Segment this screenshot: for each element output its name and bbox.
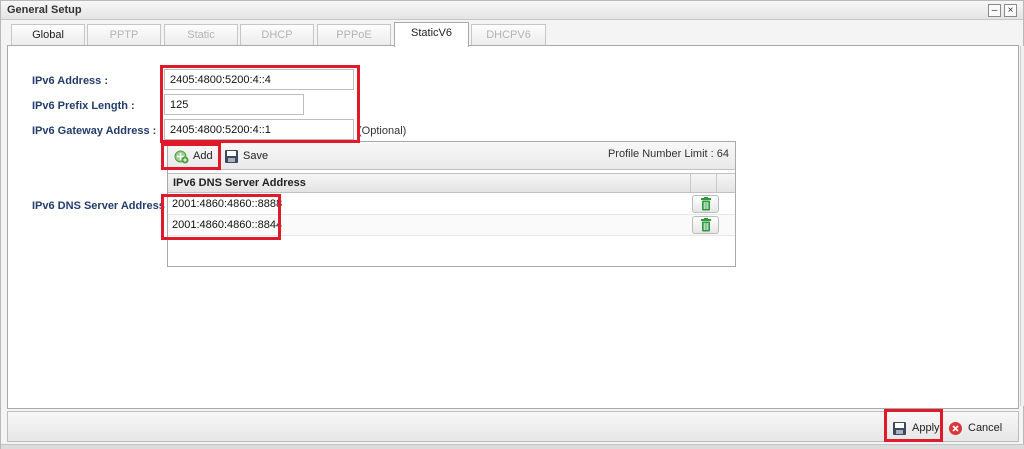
- floppy-disk-icon: [892, 421, 907, 436]
- save-button-label: Save: [243, 150, 269, 162]
- table-row[interactable]: 2001:4860:4860::8888: [168, 194, 735, 215]
- tab-static[interactable]: Static: [164, 24, 238, 45]
- column-separator: [716, 174, 717, 192]
- gateway-optional-note: (Optional): [358, 125, 407, 137]
- apply-button[interactable]: Apply: [892, 417, 940, 439]
- tab-pptp[interactable]: PPTP: [87, 24, 161, 45]
- panel-edge: [1020, 46, 1024, 406]
- ipv6-address-label: IPv6 Address :: [32, 75, 109, 87]
- delete-row-button[interactable]: [692, 216, 719, 234]
- add-button-label: Add: [193, 150, 213, 162]
- cancel-button[interactable]: Cancel: [948, 417, 1002, 439]
- window-title: General Setup: [7, 4, 82, 16]
- tab-staticv6[interactable]: StaticV6: [394, 22, 469, 47]
- ipv6-address-input[interactable]: [164, 69, 354, 90]
- tab-dhcpv6[interactable]: DHCPV6: [471, 24, 546, 45]
- delete-row-button[interactable]: [692, 195, 719, 213]
- dns-server-grid: Add Save Profile Number Limit : 64 IPv6 …: [167, 141, 736, 267]
- window-titlebar[interactable]: General Setup – ×: [1, 1, 1023, 20]
- column-separator: [690, 174, 691, 192]
- tab-strip: Global PPTP Static DHCP PPPoE StaticV6 D…: [7, 22, 1019, 47]
- dns-server-label: IPv6 DNS Server Address: [32, 200, 165, 212]
- close-button[interactable]: ×: [1004, 4, 1017, 17]
- staticv6-panel: IPv6 Address : IPv6 Prefix Length : IPv6…: [7, 46, 1019, 409]
- grid-header: IPv6 DNS Server Address: [168, 173, 735, 193]
- add-icon: [174, 149, 189, 164]
- minimize-button[interactable]: –: [988, 4, 1001, 17]
- floppy-disk-icon: [224, 149, 239, 164]
- grid-toolbar: Add Save Profile Number Limit : 64: [168, 142, 735, 170]
- dialog-footer: Apply Cancel: [7, 409, 1019, 442]
- dns-address-cell[interactable]: 2001:4860:4860::8844: [172, 219, 282, 231]
- prefix-length-input[interactable]: [164, 94, 304, 115]
- trash-icon: [700, 218, 712, 232]
- bottom-strip: [1, 444, 1024, 449]
- prefix-length-label: IPv6 Prefix Length :: [32, 100, 135, 112]
- add-button[interactable]: Add: [174, 147, 213, 165]
- gateway-address-label: IPv6 Gateway Address :: [32, 125, 157, 137]
- cancel-button-label: Cancel: [968, 422, 1003, 434]
- column-header-dns-address: IPv6 DNS Server Address: [173, 177, 306, 189]
- cancel-icon: [948, 421, 963, 436]
- tab-global[interactable]: Global: [11, 24, 85, 45]
- dns-address-cell[interactable]: 2001:4860:4860::8888: [172, 198, 282, 210]
- tab-dhcp[interactable]: DHCP: [240, 24, 314, 45]
- profile-number-limit: Profile Number Limit : 64: [607, 148, 729, 160]
- gateway-address-input[interactable]: [164, 119, 354, 140]
- tab-pppoe[interactable]: PPPoE: [317, 24, 391, 45]
- table-row[interactable]: 2001:4860:4860::8844: [168, 215, 735, 236]
- trash-icon: [700, 197, 712, 211]
- save-button[interactable]: Save: [224, 147, 268, 165]
- apply-button-label: Apply: [912, 422, 940, 434]
- general-setup-window: General Setup – × Global PPTP Static DHC…: [0, 0, 1024, 449]
